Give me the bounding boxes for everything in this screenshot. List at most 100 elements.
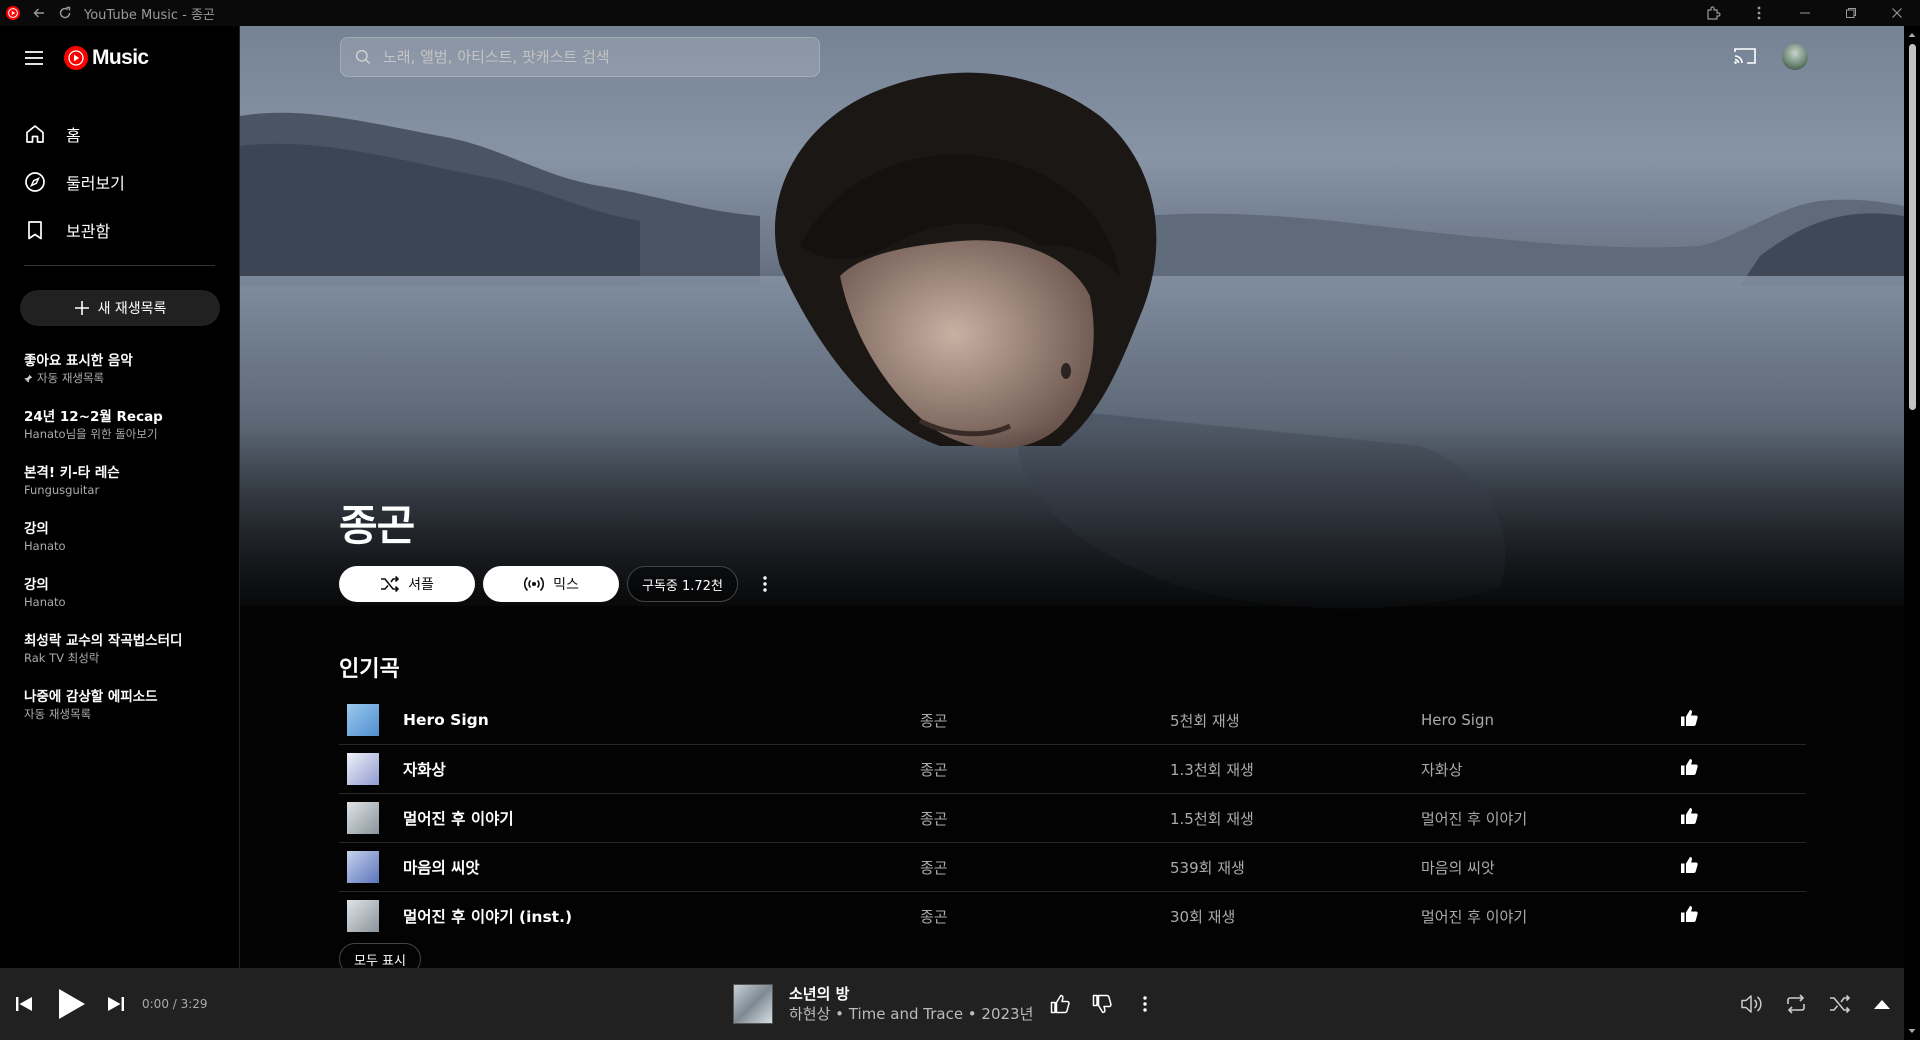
playlist-subtitle: Rak TV 최성락 bbox=[24, 651, 100, 665]
artist-name: 종곤 bbox=[339, 501, 415, 550]
reload-icon[interactable] bbox=[52, 0, 78, 26]
playlist-subtitle: 자동 재생목록 bbox=[24, 707, 92, 721]
playlist-item[interactable]: 강의 Hanato bbox=[24, 576, 224, 632]
song-thumbnail[interactable] bbox=[347, 851, 379, 883]
song-album[interactable]: 멀어진 후 이야기 bbox=[1421, 808, 1527, 829]
previous-track-icon[interactable] bbox=[14, 994, 34, 1014]
playlist-item[interactable]: 본격! 키-타 레슨 Fungusguitar bbox=[24, 464, 224, 520]
table-row[interactable]: 마음의 씨앗 종곤 539회 재생 마음의 씨앗 bbox=[339, 843, 1806, 892]
sidebar: Music 홈 둘러보기 보관함 새 재생목록 좋아요 표시한 음악 자동 재생… bbox=[0, 26, 240, 968]
popular-section-title: 인기곡 bbox=[339, 657, 400, 682]
thumbs-up-icon[interactable] bbox=[1679, 806, 1699, 826]
playlist-item[interactable]: 24년 12~2월 Recap Hanato님을 위한 돌아보기 bbox=[24, 408, 224, 464]
next-track-icon[interactable] bbox=[106, 994, 126, 1014]
player-more-icon[interactable] bbox=[1143, 996, 1148, 1012]
dislike-icon[interactable] bbox=[1091, 993, 1113, 1015]
app-icon bbox=[0, 0, 26, 26]
now-playing-title[interactable]: 소년의 방 bbox=[789, 984, 1033, 1004]
playlist-item[interactable]: 최성락 교수의 작곡법스터디 Rak TV 최성락 bbox=[24, 632, 224, 688]
song-title[interactable]: 자화상 bbox=[403, 758, 446, 780]
thumbs-up-icon[interactable] bbox=[1679, 708, 1699, 728]
thumbs-up-icon[interactable] bbox=[1679, 757, 1699, 777]
song-plays: 1.5천회 재생 bbox=[1170, 809, 1254, 828]
song-thumbnail[interactable] bbox=[347, 753, 379, 785]
search-box[interactable] bbox=[340, 37, 820, 77]
nav-item-label: 둘러보기 bbox=[66, 174, 125, 193]
more-options-icon[interactable] bbox=[750, 566, 780, 602]
song-thumbnail[interactable] bbox=[347, 900, 379, 932]
subscribe-button[interactable]: 구독중 1.72천 bbox=[627, 566, 738, 602]
popular-songs-list: Hero Sign 종곤 5천회 재생 Hero Sign 자화상 종곤 1.3… bbox=[339, 696, 1806, 940]
song-title[interactable]: 멀어진 후 이야기 bbox=[403, 807, 514, 829]
song-thumbnail[interactable] bbox=[347, 802, 379, 834]
playlist-title: 강의 bbox=[24, 521, 49, 537]
song-album[interactable]: 마음의 씨앗 bbox=[1421, 857, 1495, 878]
playlist-subtitle: Hanato bbox=[24, 539, 66, 553]
logo[interactable]: Music bbox=[24, 46, 149, 70]
youtube-music-logo-icon bbox=[64, 46, 88, 70]
scrollbar-thumb[interactable] bbox=[1909, 44, 1916, 410]
radio-icon bbox=[524, 576, 545, 592]
song-album[interactable]: 자화상 bbox=[1421, 759, 1462, 780]
mix-button[interactable]: 믹스 bbox=[483, 566, 619, 602]
shuffle-player-icon[interactable] bbox=[1828, 993, 1852, 1015]
song-album[interactable]: 멀어진 후 이야기 bbox=[1421, 906, 1527, 927]
thumbs-up-icon[interactable] bbox=[1679, 904, 1699, 924]
hamburger-menu-icon[interactable] bbox=[24, 50, 44, 66]
scroll-down-icon[interactable] bbox=[1904, 1024, 1920, 1038]
playlist-item[interactable]: 나중에 감상할 에피소드 자동 재생목록 bbox=[24, 688, 224, 744]
browser-menu-icon[interactable] bbox=[1736, 0, 1782, 26]
song-artist[interactable]: 종곤 bbox=[920, 857, 948, 878]
song-title[interactable]: 마음의 씨앗 bbox=[403, 856, 480, 878]
playback-time: 0:00 / 3:29 bbox=[142, 997, 208, 1011]
song-thumbnail[interactable] bbox=[347, 704, 379, 736]
song-artist[interactable]: 종곤 bbox=[920, 808, 948, 829]
song-plays: 5천회 재생 bbox=[1170, 711, 1240, 730]
new-playlist-button[interactable]: 새 재생목록 bbox=[20, 290, 220, 326]
show-all-button[interactable]: 모두 표시 bbox=[339, 943, 421, 968]
page-scrollbar[interactable] bbox=[1904, 26, 1920, 1040]
nav-item-explore[interactable]: 둘러보기 bbox=[24, 158, 214, 206]
playlist-item[interactable]: 좋아요 표시한 음악 자동 재생목록 bbox=[24, 352, 224, 408]
search-input[interactable] bbox=[381, 47, 785, 67]
thumbs-up-icon[interactable] bbox=[1679, 855, 1699, 875]
plus-icon bbox=[74, 300, 90, 316]
expand-player-icon[interactable] bbox=[1872, 997, 1892, 1011]
cast-icon[interactable] bbox=[1733, 46, 1757, 66]
now-playing-subtitle[interactable]: 하현상 • Time and Trace • 2023년 bbox=[789, 1004, 1033, 1024]
song-album[interactable]: Hero Sign bbox=[1421, 711, 1494, 729]
nav-item-label: 보관함 bbox=[66, 222, 111, 241]
playlist-title: 최성락 교수의 작곡법스터디 bbox=[24, 633, 183, 649]
home-icon bbox=[26, 125, 44, 143]
repeat-icon[interactable] bbox=[1784, 993, 1808, 1015]
table-row[interactable]: 멀어진 후 이야기 (inst.) 종곤 30회 재생 멀어진 후 이야기 bbox=[339, 892, 1806, 940]
back-icon[interactable] bbox=[26, 0, 52, 26]
close-window-icon[interactable] bbox=[1874, 0, 1920, 26]
table-row[interactable]: 멀어진 후 이야기 종곤 1.5천회 재생 멀어진 후 이야기 bbox=[339, 794, 1806, 843]
table-row[interactable]: Hero Sign 종곤 5천회 재생 Hero Sign bbox=[339, 696, 1806, 745]
nav-item-home[interactable]: 홈 bbox=[24, 110, 214, 158]
like-icon[interactable] bbox=[1049, 993, 1071, 1015]
window-title: YouTube Music - 종곤 bbox=[84, 7, 215, 23]
scroll-up-icon[interactable] bbox=[1904, 28, 1920, 42]
extension-icon[interactable] bbox=[1690, 0, 1736, 26]
avatar[interactable] bbox=[1782, 44, 1808, 70]
shuffle-button[interactable]: 셔플 bbox=[339, 566, 475, 602]
volume-icon[interactable] bbox=[1740, 993, 1764, 1015]
playlist-title: 나중에 감상할 에피소드 bbox=[24, 689, 158, 705]
now-playing-thumbnail[interactable] bbox=[733, 984, 773, 1024]
song-title[interactable]: 멀어진 후 이야기 (inst.) bbox=[403, 905, 572, 927]
song-artist[interactable]: 종곤 bbox=[920, 710, 948, 731]
restore-icon[interactable] bbox=[1828, 0, 1874, 26]
nav-item-library[interactable]: 보관함 bbox=[24, 206, 214, 254]
minimize-icon[interactable] bbox=[1782, 0, 1828, 26]
playlist-item[interactable]: 강의 Hanato bbox=[24, 520, 224, 576]
play-icon[interactable] bbox=[56, 988, 86, 1020]
song-artist[interactable]: 종곤 bbox=[920, 906, 948, 927]
main-nav: 홈 둘러보기 보관함 bbox=[24, 110, 214, 254]
shuffle-icon bbox=[381, 575, 400, 593]
song-artist[interactable]: 종곤 bbox=[920, 759, 948, 780]
song-title[interactable]: Hero Sign bbox=[403, 711, 489, 729]
artist-hero bbox=[240, 26, 1904, 626]
table-row[interactable]: 자화상 종곤 1.3천회 재생 자화상 bbox=[339, 745, 1806, 794]
